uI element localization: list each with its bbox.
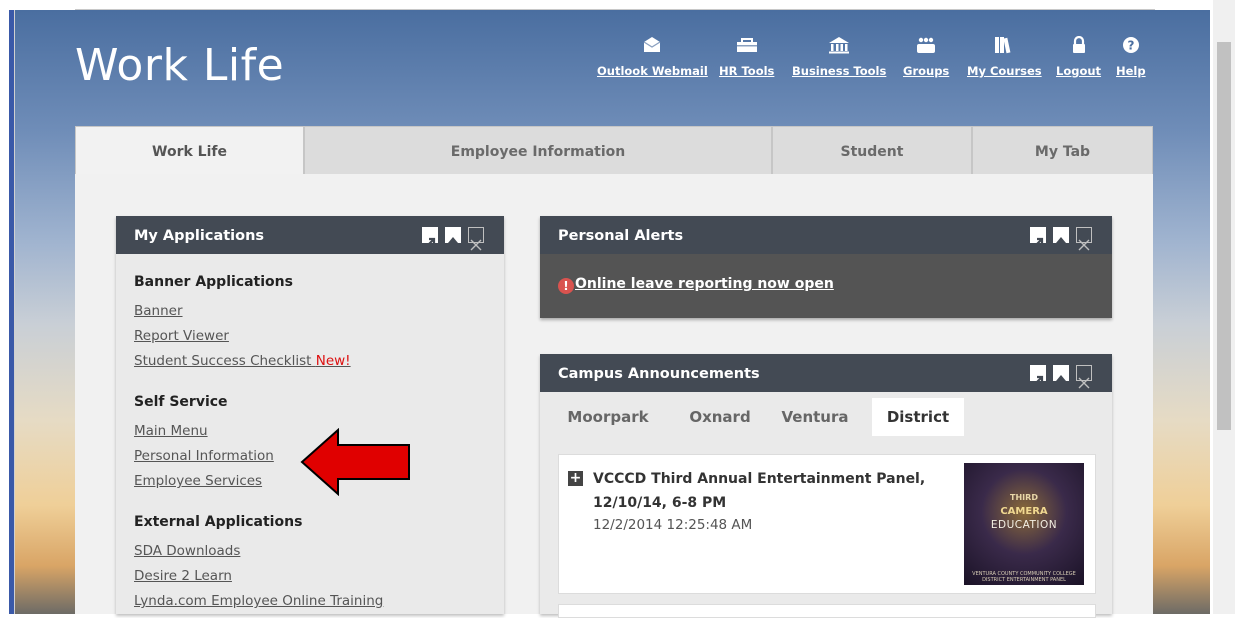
svg-text:?: ? (1127, 39, 1134, 53)
page-title: Work Life (75, 40, 285, 91)
link-lynda-training[interactable]: Lynda.com Employee Online Training (134, 589, 494, 614)
portlet-title: My Applications (134, 228, 265, 244)
hr-tools-link[interactable]: HR Tools (719, 36, 774, 78)
building-icon (829, 37, 850, 54)
help-icon: ? (1122, 37, 1139, 53)
portlet-header: Campus Announcements (540, 354, 1112, 392)
portlet-controls (420, 227, 485, 251)
close-icon[interactable] (1076, 365, 1093, 389)
outlook-webmail-link[interactable]: Outlook Webmail (597, 36, 708, 78)
popout-icon[interactable] (1030, 227, 1046, 248)
my-applications-portlet: My Applications Banner Applications Bann… (116, 216, 504, 614)
toolbox-icon (736, 38, 757, 52)
popout-icon[interactable] (422, 227, 438, 248)
portlet-title: Personal Alerts (558, 228, 684, 244)
close-icon[interactable] (468, 227, 485, 251)
section-heading-banner: Banner Applications (134, 274, 293, 290)
business-tools-link[interactable]: Business Tools (792, 36, 886, 78)
tab-district[interactable]: District (872, 398, 964, 436)
vertical-scrollbar[interactable] (1213, 0, 1235, 614)
announcement-item-next (558, 604, 1096, 618)
section-heading-external: External Applications (134, 514, 303, 530)
red-arrow-annotation (300, 428, 410, 496)
announcement-date: 12/2/2014 12:25:48 AM (593, 517, 753, 533)
alert-message-link[interactable]: ! Online leave reporting now open (558, 276, 834, 294)
personal-alerts-portlet: Personal Alerts ! Online leave reporting … (540, 216, 1112, 318)
link-banner[interactable]: Banner (134, 299, 494, 324)
section-heading-self-service: Self Service (134, 394, 228, 410)
tab-oxnard[interactable]: Oxnard (675, 398, 765, 436)
announcement-item: + VCCCD Third Annual Entertainment Panel… (558, 454, 1096, 594)
announcement-title[interactable]: VCCCD Third Annual Entertainment Panel, … (593, 467, 953, 515)
tab-ventura[interactable]: Ventura (770, 398, 860, 436)
announcement-thumbnail[interactable]: THIRD CAMERA EDUCATION VENTURA COUNTY CO… (964, 463, 1084, 585)
top-border (0, 0, 1213, 10)
portlet-header: Personal Alerts (540, 216, 1112, 254)
portlet-title: Campus Announcements (558, 366, 760, 382)
books-icon (995, 37, 1011, 54)
my-courses-link[interactable]: My Courses (967, 36, 1042, 78)
tab-employee-information[interactable]: Employee Information (304, 126, 772, 174)
move-up-icon[interactable] (1053, 227, 1070, 249)
groups-link[interactable]: Groups (903, 36, 949, 78)
link-student-success-checklist[interactable]: Student Success Checklist New! (134, 349, 494, 374)
tab-student[interactable]: Student (772, 126, 972, 174)
move-up-icon[interactable] (445, 227, 462, 249)
link-report-viewer[interactable]: Report Viewer (134, 324, 494, 349)
close-icon[interactable] (1076, 227, 1093, 251)
portlet-controls (1028, 227, 1093, 251)
tab-my-tab[interactable]: My Tab (972, 126, 1153, 174)
logout-link[interactable]: Logout (1056, 36, 1101, 78)
tab-moorpark[interactable]: Moorpark (558, 398, 658, 436)
tab-work-life[interactable]: Work Life (75, 126, 304, 174)
lock-icon (1072, 36, 1085, 53)
link-sda-downloads[interactable]: SDA Downloads (134, 539, 494, 564)
group-icon (917, 37, 936, 53)
exclamation-icon: ! (558, 278, 574, 294)
portlet-controls (1028, 365, 1093, 389)
campus-announcements-portlet: Campus Announcements Moorpark Oxnard Ven… (540, 354, 1112, 618)
scrollbar-thumb[interactable] (1217, 42, 1231, 430)
left-border (0, 10, 15, 614)
envelope-icon (644, 37, 661, 52)
portlet-header: My Applications (116, 216, 504, 254)
link-desire2learn[interactable]: Desire 2 Learn (134, 564, 494, 589)
move-up-icon[interactable] (1053, 365, 1070, 387)
new-badge: New! (315, 353, 351, 369)
expand-plus-icon[interactable]: + (568, 471, 583, 486)
help-link[interactable]: ? Help (1116, 36, 1146, 78)
popout-icon[interactable] (1030, 365, 1046, 386)
